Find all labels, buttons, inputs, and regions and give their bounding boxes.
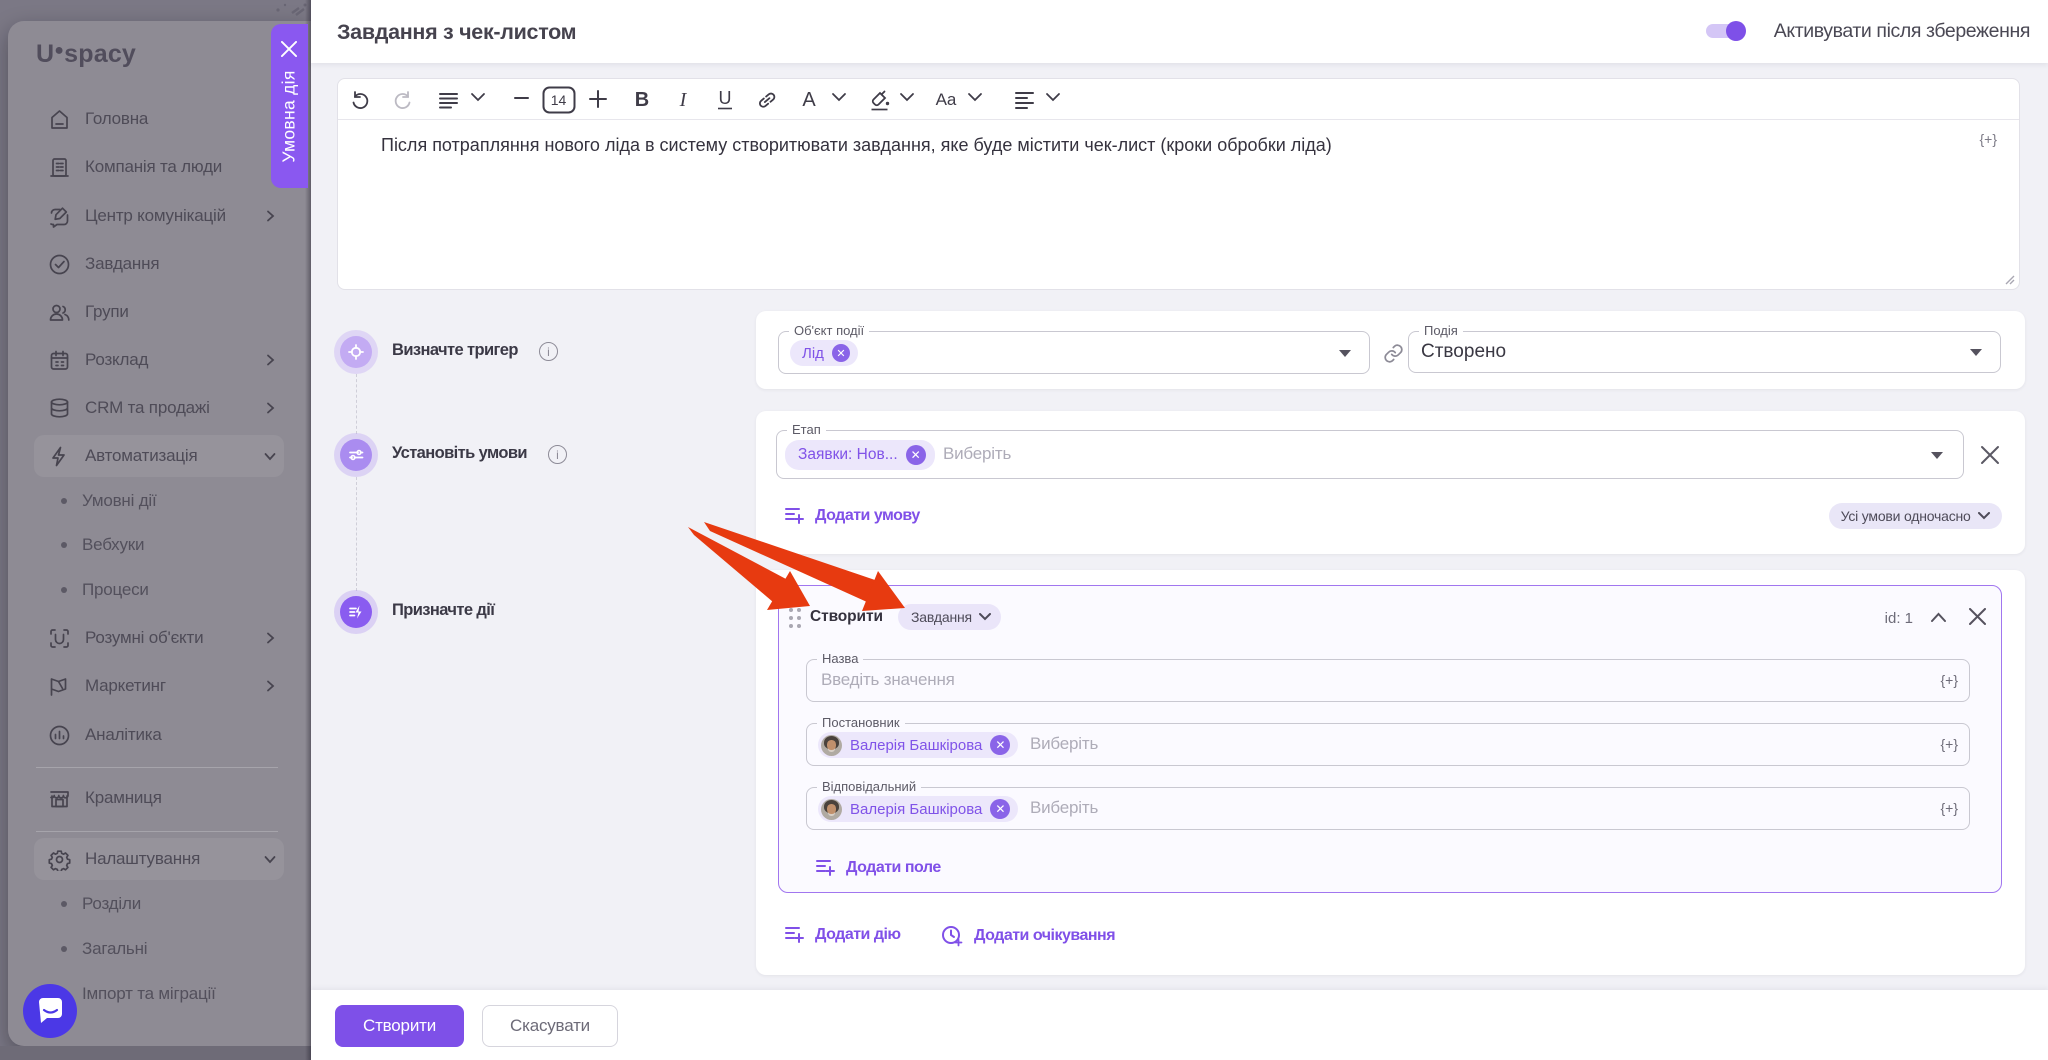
svg-text:I: I: [679, 89, 688, 111]
svg-text:14: 14: [551, 92, 567, 108]
svg-text:U: U: [719, 89, 732, 108]
svg-text:A: A: [802, 89, 816, 111]
svg-text:Aa: Aa: [936, 90, 957, 109]
svg-text:B: B: [635, 89, 649, 111]
